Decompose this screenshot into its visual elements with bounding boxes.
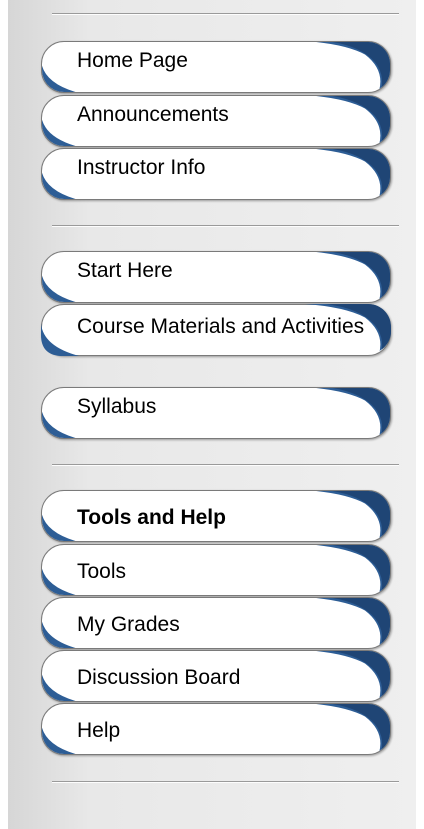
menu-item-label: Help [77, 719, 121, 742]
menu-item-course-materials-and-activities[interactable]: Course Materials and Activities [41, 304, 391, 356]
menu-item-label: Course Materials and Activities [77, 315, 365, 338]
swoosh-left-icon [42, 172, 76, 199]
menu-item-instructor-info[interactable]: Instructor Info [41, 148, 391, 200]
menu-divider [52, 781, 399, 783]
menu-item-discussion-board[interactable]: Discussion Board [41, 650, 391, 702]
swoosh-left-icon [42, 568, 76, 595]
course-menu-sidebar: Home Page Announcements Instructor Info [8, 0, 416, 829]
menu-divider [52, 225, 399, 227]
swoosh-left-icon [42, 65, 76, 92]
menu-item-label: My Grades [77, 613, 180, 636]
swoosh-left-icon [42, 674, 76, 701]
menu-item-label: Announcements [77, 103, 229, 126]
menu-item-home-page[interactable]: Home Page [41, 41, 391, 93]
swoosh-left-icon [42, 621, 76, 648]
menu-item-help[interactable]: Help [41, 703, 391, 755]
swoosh-left-icon [42, 275, 76, 302]
menu-divider [52, 464, 399, 466]
menu-divider [52, 13, 399, 15]
menu-item-start-here[interactable]: Start Here [41, 251, 391, 303]
menu-item-label: Home Page [77, 49, 188, 72]
swoosh-left-icon [42, 514, 76, 541]
menu-item-syllabus[interactable]: Syllabus [41, 387, 391, 439]
menu-item-label: Syllabus [77, 395, 157, 418]
swoosh-left-icon [42, 727, 76, 754]
menu-item-tools-and-help[interactable]: Tools and Help [41, 490, 391, 542]
menu-item-label: Discussion Board [77, 666, 241, 689]
menu-item-label: Instructor Info [77, 156, 206, 179]
menu-item-label: Tools [77, 560, 127, 583]
swoosh-left-icon [42, 411, 76, 438]
swoosh-left-icon [42, 119, 76, 146]
menu-item-announcements[interactable]: Announcements [41, 95, 391, 147]
menu-item-my-grades[interactable]: My Grades [41, 597, 391, 649]
menu-item-tools[interactable]: Tools [41, 544, 391, 596]
menu-item-label: Tools and Help [77, 506, 226, 529]
swoosh-left-icon [41, 323, 79, 356]
menu-item-label: Start Here [77, 259, 173, 282]
